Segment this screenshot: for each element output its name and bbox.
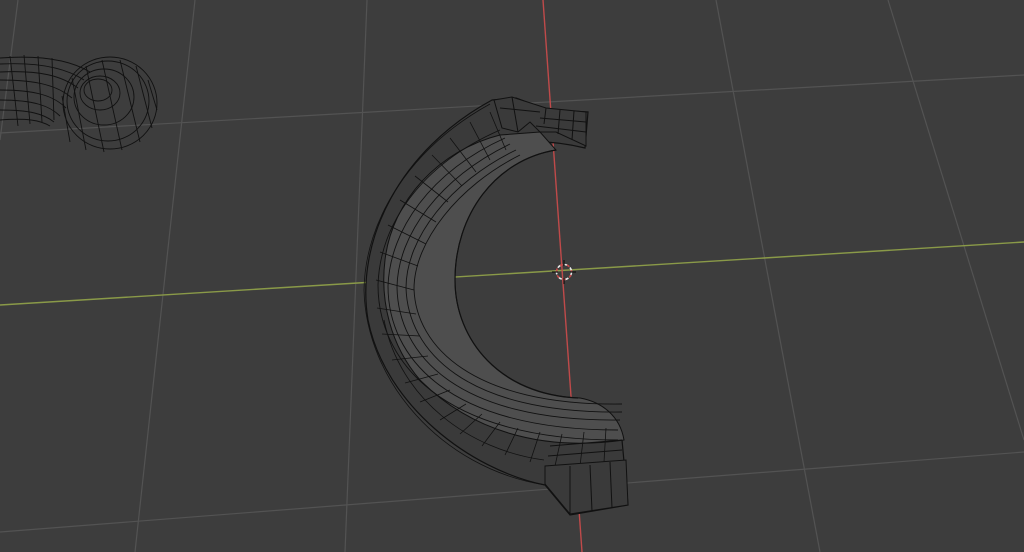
- 3d-cursor[interactable]: [552, 260, 576, 284]
- grid-line: [344, 0, 368, 552]
- ring-handle-mesh[interactable]: [0, 54, 158, 153]
- c-shaped-mesh[interactable]: [363, 96, 629, 516]
- x-axis-line: [0, 241, 1024, 306]
- 3d-viewport[interactable]: [0, 0, 1024, 552]
- grid-line: [134, 0, 196, 552]
- grid-line: [887, 0, 1024, 441]
- viewport-canvas[interactable]: [0, 0, 1024, 552]
